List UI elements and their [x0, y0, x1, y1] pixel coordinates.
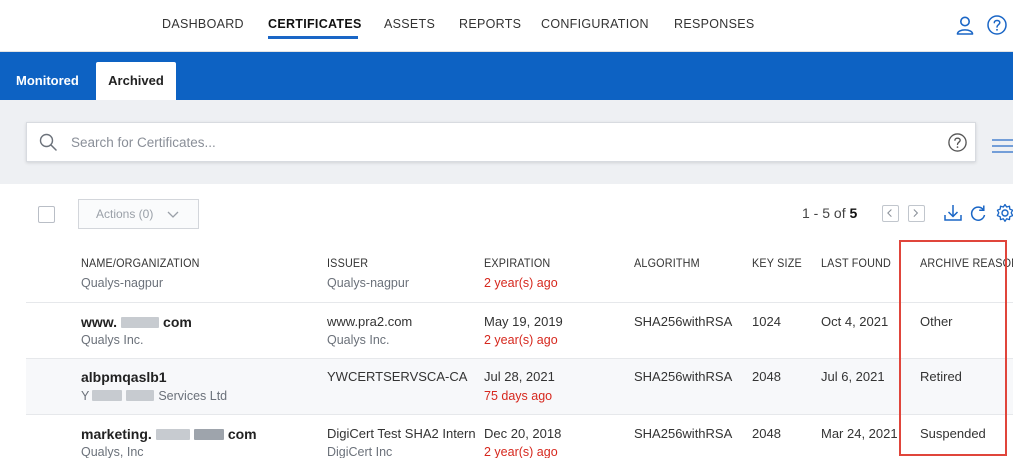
nav-assets[interactable]: ASSETS [384, 17, 435, 31]
organization-prefix: Y [81, 389, 90, 403]
row-divider [26, 302, 1013, 303]
expiration-relative: 2 year(s) ago [484, 333, 558, 347]
redacted-text [193, 429, 224, 440]
issuer-organization: Qualys-nagpur [327, 276, 409, 290]
certificate-name-prefix: marketing. [81, 426, 152, 442]
redacted-text [92, 390, 123, 401]
column-header-algorithm[interactable]: ALGORITHM [634, 256, 700, 270]
column-header-issuer[interactable]: ISSUER [327, 256, 368, 270]
chevron-left-icon [887, 209, 892, 217]
column-header-last-found[interactable]: LAST FOUND [821, 256, 891, 270]
certificate-name-suffix: com [227, 426, 257, 442]
key-size: 2048 [752, 369, 781, 384]
download-icon[interactable] [943, 203, 963, 223]
search-help-icon[interactable] [947, 132, 968, 153]
refresh-icon[interactable] [968, 203, 988, 223]
organization: Qualys-nagpur [81, 276, 163, 290]
user-icon[interactable] [954, 14, 976, 36]
expiration-relative: 2 year(s) ago [484, 445, 558, 458]
last-found: Oct 4, 2021 [821, 314, 889, 329]
certificate-name[interactable]: marketing. com [81, 426, 257, 442]
top-navigation: DASHBOARD CERTIFICATES ASSETS REPORTS CO… [0, 0, 1013, 52]
organization: Y Services Ltd [81, 389, 227, 403]
algorithm: SHA256withRSA [634, 314, 733, 329]
menu-icon[interactable] [990, 137, 1013, 155]
expiration-relative: 2 year(s) ago [484, 276, 558, 290]
previous-page-button[interactable] [882, 205, 899, 222]
tab-bar: Monitored Archived [0, 52, 1013, 100]
column-header-name[interactable]: NAME/ORGANIZATION [81, 256, 200, 270]
tab-monitored[interactable]: Monitored [16, 62, 79, 100]
issuer-organization: DigiCert Inc [327, 445, 393, 458]
archive-reason-highlight [899, 240, 1007, 456]
algorithm: SHA256withRSA [634, 426, 733, 441]
key-size: 1024 [752, 314, 781, 329]
nav-responses[interactable]: RESPONSES [674, 17, 755, 31]
redacted-text [155, 429, 190, 440]
active-nav-indicator [268, 36, 358, 39]
nav-certificates[interactable]: CERTIFICATES [268, 17, 362, 31]
expiration-date: Jul 28, 2021 [484, 369, 555, 384]
column-header-key-size[interactable]: KEY SIZE [752, 256, 802, 270]
search-area [0, 100, 1013, 184]
next-page-button[interactable] [908, 205, 925, 222]
issuer: DigiCert Test SHA2 Intern [327, 426, 476, 441]
nav-configuration[interactable]: CONFIGURATION [541, 17, 649, 31]
organization-suffix: Services Ltd [158, 389, 228, 403]
issuer: www.pra2.com [327, 314, 413, 329]
redacted-text [121, 317, 160, 328]
pagination-range: 1 - 5 of [802, 205, 846, 221]
issuer-organization: Qualys Inc. [327, 333, 390, 347]
certificate-name[interactable]: albpmqaslb1 [81, 369, 167, 385]
algorithm: SHA256withRSA [634, 369, 733, 384]
certificate-name[interactable]: www. com [81, 314, 192, 330]
actions-label: Actions (0) [96, 207, 154, 221]
expiration-relative: 75 days ago [484, 389, 553, 403]
search-input[interactable] [71, 123, 931, 161]
certificate-name-prefix: www. [81, 314, 118, 330]
certificate-name-suffix: com [163, 314, 192, 330]
search-icon [39, 133, 57, 151]
redacted-text [126, 390, 155, 401]
tab-archived[interactable]: Archived [96, 62, 176, 100]
row-divider [26, 414, 1013, 415]
row-hover-background [26, 359, 1013, 414]
last-found: Mar 24, 2021 [821, 426, 898, 441]
actions-dropdown[interactable]: Actions (0) [78, 199, 199, 229]
chevron-down-icon [167, 211, 179, 218]
search-bar [26, 122, 976, 162]
help-icon[interactable] [986, 14, 1008, 36]
issuer: YWCERTSERVSCA-CA [327, 369, 468, 384]
pagination-summary: 1 - 5 of 5 [802, 205, 857, 221]
expiration-date: May 19, 2019 [484, 314, 563, 329]
nav-reports[interactable]: REPORTS [459, 17, 521, 31]
key-size: 2048 [752, 426, 781, 441]
organization: Qualys, Inc [81, 445, 144, 458]
last-found: Jul 6, 2021 [821, 369, 885, 384]
select-all-checkbox[interactable] [38, 206, 55, 223]
pagination-total: 5 [849, 205, 858, 221]
column-header-expiration[interactable]: EXPIRATION [484, 256, 550, 270]
nav-dashboard[interactable]: DASHBOARD [162, 17, 244, 31]
expiration-date: Dec 20, 2018 [484, 426, 562, 441]
chevron-right-icon [913, 209, 919, 217]
settings-icon[interactable] [995, 203, 1013, 223]
organization: Qualys Inc. [81, 333, 144, 347]
